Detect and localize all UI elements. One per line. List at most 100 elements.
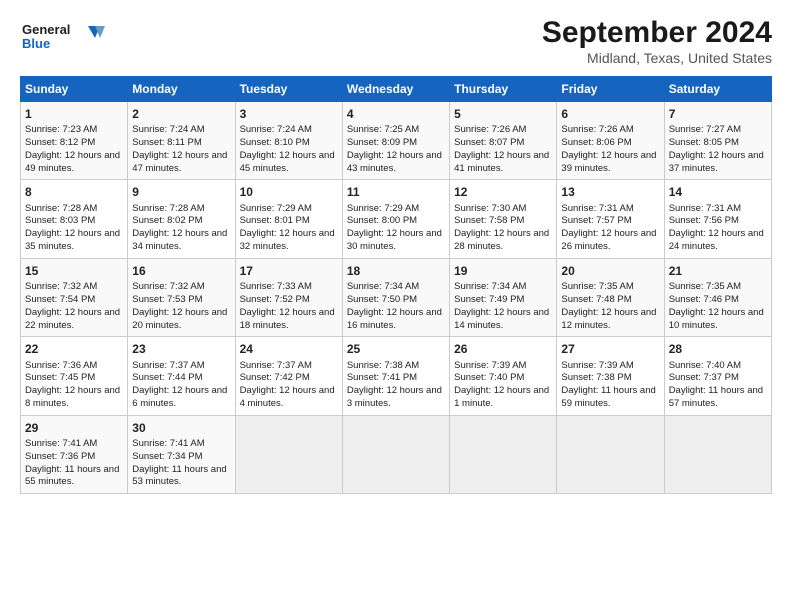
col-wednesday: Wednesday bbox=[342, 77, 449, 102]
sunrise-text: Sunrise: 7:28 AM bbox=[25, 203, 97, 214]
calendar-table: Sunday Monday Tuesday Wednesday Thursday… bbox=[20, 76, 772, 494]
sunset-text: Sunset: 8:05 PM bbox=[669, 137, 739, 148]
table-row: 28Sunrise: 7:40 AMSunset: 7:37 PMDayligh… bbox=[664, 337, 771, 415]
sunset-text: Sunset: 7:54 PM bbox=[25, 294, 95, 305]
sunrise-text: Sunrise: 7:34 AM bbox=[454, 281, 526, 292]
svg-text:Blue: Blue bbox=[22, 36, 50, 51]
day-number: 1 bbox=[25, 106, 123, 122]
sunrise-text: Sunrise: 7:41 AM bbox=[25, 438, 97, 449]
day-number: 22 bbox=[25, 341, 123, 357]
daylight-text: Daylight: 12 hours and 8 minutes. bbox=[25, 385, 120, 409]
day-number: 16 bbox=[132, 263, 230, 279]
sunset-text: Sunset: 7:56 PM bbox=[669, 215, 739, 226]
day-number: 25 bbox=[347, 341, 445, 357]
table-row: 18Sunrise: 7:34 AMSunset: 7:50 PMDayligh… bbox=[342, 258, 449, 336]
table-row: 16 Sunrise: 7:32 AM Sunset: 7:53 PM Dayligh… bbox=[128, 258, 235, 336]
sunset-text: Sunset: 8:07 PM bbox=[454, 137, 524, 148]
sunrise-text: Sunrise: 7:36 AM bbox=[25, 360, 97, 371]
logo-icon: General Blue bbox=[20, 16, 110, 56]
day-number: 30 bbox=[132, 420, 230, 436]
table-row: 23Sunrise: 7:37 AMSunset: 7:44 PMDayligh… bbox=[128, 337, 235, 415]
daylight-text: Daylight: 12 hours and 20 minutes. bbox=[132, 307, 227, 331]
sunrise-text: Sunrise: 7:39 AM bbox=[454, 360, 526, 371]
day-number: 15 bbox=[25, 263, 123, 279]
page-subtitle: Midland, Texas, United States bbox=[542, 50, 772, 66]
sunrise-text: Sunrise: 7:41 AM bbox=[132, 438, 204, 449]
col-thursday: Thursday bbox=[450, 77, 557, 102]
day-number: 26 bbox=[454, 341, 552, 357]
daylight-text: Daylight: 12 hours and 12 minutes. bbox=[561, 307, 656, 331]
day-number: 5 bbox=[454, 106, 552, 122]
table-row bbox=[235, 415, 342, 493]
calendar-week-row: 1 Sunrise: 7:23 AM Sunset: 8:12 PM Daylight… bbox=[21, 102, 772, 180]
day-number: 2 bbox=[132, 106, 230, 122]
sunrise-text: Sunrise: 7:35 AM bbox=[669, 281, 741, 292]
table-row: 13Sunrise: 7:31 AMSunset: 7:57 PMDayligh… bbox=[557, 180, 664, 258]
day-number: 9 bbox=[132, 184, 230, 200]
sunset-text: Sunset: 7:57 PM bbox=[561, 215, 631, 226]
sunrise-text: Sunrise: 7:38 AM bbox=[347, 360, 419, 371]
calendar-container: General Blue September 2024 Midland, Tex… bbox=[0, 0, 792, 504]
table-row: 29Sunrise: 7:41 AMSunset: 7:36 PMDayligh… bbox=[21, 415, 128, 493]
daylight-text: Daylight: 12 hours and 3 minutes. bbox=[347, 385, 442, 409]
day-number: 28 bbox=[669, 341, 767, 357]
sunrise-text: Sunrise: 7:27 AM bbox=[669, 124, 741, 135]
sunrise-text: Sunrise: 7:32 AM bbox=[132, 281, 204, 292]
table-row: 19Sunrise: 7:34 AMSunset: 7:49 PMDayligh… bbox=[450, 258, 557, 336]
sunrise-text: Sunrise: 7:24 AM bbox=[132, 124, 204, 135]
day-number: 14 bbox=[669, 184, 767, 200]
sunset-text: Sunset: 7:42 PM bbox=[240, 372, 310, 383]
daylight-text: Daylight: 12 hours and 30 minutes. bbox=[347, 228, 442, 252]
daylight-text: Daylight: 12 hours and 47 minutes. bbox=[132, 150, 227, 174]
daylight-text: Daylight: 12 hours and 6 minutes. bbox=[132, 385, 227, 409]
sunrise-text: Sunrise: 7:30 AM bbox=[454, 203, 526, 214]
sunset-text: Sunset: 7:45 PM bbox=[25, 372, 95, 383]
table-row: 9Sunrise: 7:28 AMSunset: 8:02 PMDaylight… bbox=[128, 180, 235, 258]
daylight-text: Daylight: 12 hours and 10 minutes. bbox=[669, 307, 764, 331]
svg-text:General: General bbox=[22, 22, 70, 37]
sunset-text: Sunset: 8:12 PM bbox=[25, 137, 95, 148]
sunset-text: Sunset: 8:03 PM bbox=[25, 215, 95, 226]
table-row: 15Sunrise: 7:32 AMSunset: 7:54 PMDayligh… bbox=[21, 258, 128, 336]
calendar-week-row: 8Sunrise: 7:28 AMSunset: 8:03 PMDaylight… bbox=[21, 180, 772, 258]
col-saturday: Saturday bbox=[664, 77, 771, 102]
sunrise-text: Sunrise: 7:31 AM bbox=[561, 203, 633, 214]
sunset-text: Sunset: 7:37 PM bbox=[669, 372, 739, 383]
day-number: 23 bbox=[132, 341, 230, 357]
sunset-text: Sunset: 8:01 PM bbox=[240, 215, 310, 226]
day-number: 11 bbox=[347, 184, 445, 200]
calendar-week-row: 22 Sunrise: 7:36 AMSunset: 7:45 PM Dayligh… bbox=[21, 337, 772, 415]
sunset-text: Sunset: 7:53 PM bbox=[132, 294, 202, 305]
daylight-text: Daylight: 12 hours and 24 minutes. bbox=[669, 228, 764, 252]
sunrise-text: Sunrise: 7:39 AM bbox=[561, 360, 633, 371]
table-row: 2Sunrise: 7:24 AMSunset: 8:11 PMDaylight… bbox=[128, 102, 235, 180]
sunrise-text: Sunrise: 7:23 AM bbox=[25, 124, 97, 135]
sunset-text: Sunset: 8:00 PM bbox=[347, 215, 417, 226]
daylight-text: Daylight: 12 hours and 39 minutes. bbox=[561, 150, 656, 174]
sunrise-text: Sunrise: 7:32 AM bbox=[25, 281, 97, 292]
day-number: 4 bbox=[347, 106, 445, 122]
logo: General Blue bbox=[20, 16, 110, 56]
daylight-text: Daylight: 12 hours and 1 minute. bbox=[454, 385, 549, 409]
table-row: 14Sunrise: 7:31 AMSunset: 7:56 PMDayligh… bbox=[664, 180, 771, 258]
table-row: 12Sunrise: 7:30 AMSunset: 7:58 PMDayligh… bbox=[450, 180, 557, 258]
sunset-text: Sunset: 7:38 PM bbox=[561, 372, 631, 383]
table-row bbox=[557, 415, 664, 493]
table-row: 26Sunrise: 7:39 AMSunset: 7:40 PMDayligh… bbox=[450, 337, 557, 415]
daylight-text: Daylight: 11 hours and 59 minutes. bbox=[561, 385, 655, 409]
sunrise-text: Sunrise: 7:26 AM bbox=[561, 124, 633, 135]
table-row: 30Sunrise: 7:41 AMSunset: 7:34 PMDayligh… bbox=[128, 415, 235, 493]
day-number: 29 bbox=[25, 420, 123, 436]
daylight-text: Daylight: 12 hours and 41 minutes. bbox=[454, 150, 549, 174]
table-row: 6Sunrise: 7:26 AMSunset: 8:06 PMDaylight… bbox=[557, 102, 664, 180]
daylight-text: Daylight: 12 hours and 28 minutes. bbox=[454, 228, 549, 252]
sunrise-text: Sunrise: 7:24 AM bbox=[240, 124, 312, 135]
col-sunday: Sunday bbox=[21, 77, 128, 102]
daylight-text: Daylight: 12 hours and 14 minutes. bbox=[454, 307, 549, 331]
daylight-text: Daylight: 12 hours and 18 minutes. bbox=[240, 307, 335, 331]
sunset-text: Sunset: 7:49 PM bbox=[454, 294, 524, 305]
title-block: September 2024 Midland, Texas, United St… bbox=[542, 16, 772, 66]
table-row bbox=[664, 415, 771, 493]
table-row: 11Sunrise: 7:29 AMSunset: 8:00 PMDayligh… bbox=[342, 180, 449, 258]
table-row: 5Sunrise: 7:26 AMSunset: 8:07 PMDaylight… bbox=[450, 102, 557, 180]
